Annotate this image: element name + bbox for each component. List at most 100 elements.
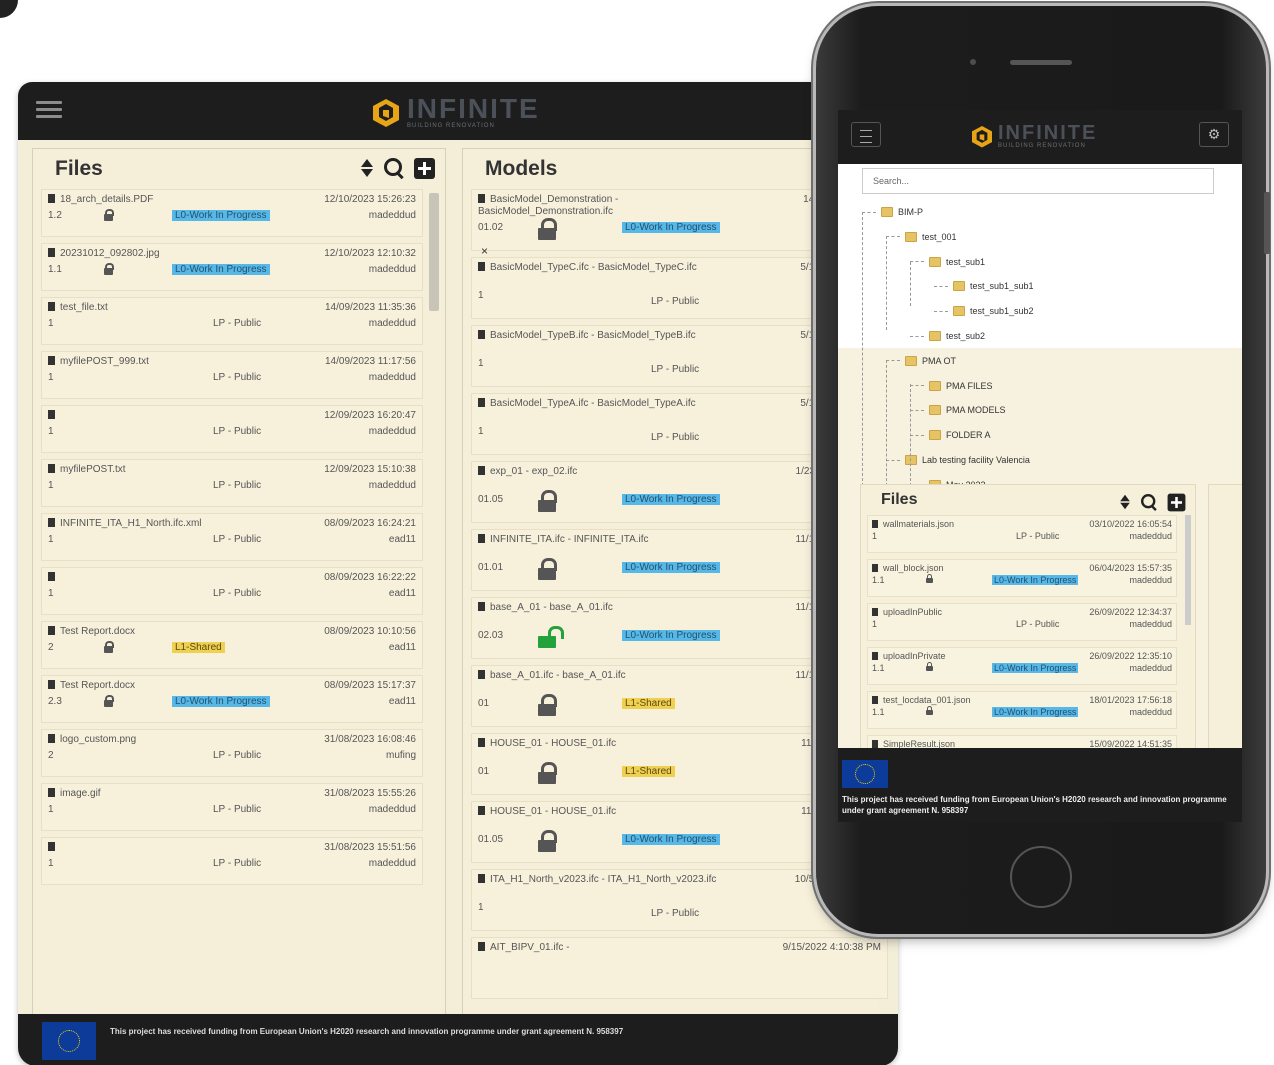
file-row[interactable]: 20231012_092802.jpg 12/10/2023 12:10:32 1.…: [41, 243, 423, 291]
tree-node-label: test_sub1_sub1: [970, 281, 1034, 292]
funding-text: This project has received funding from E…: [842, 795, 1227, 815]
file-date: 06/04/2023 15:57:35: [1089, 563, 1172, 573]
file-row[interactable]: 12/09/2023 16:20:47 1 LP - Public madeddud: [41, 405, 423, 453]
search-input[interactable]: Search...: [862, 168, 1214, 194]
tree-node[interactable]: test_sub2: [910, 328, 985, 344]
file-row[interactable]: uploadInPublic 26/09/2022 12:34:37 1 LP - P…: [867, 603, 1177, 641]
file-row[interactable]: wall_block.json 06/04/2023 15:57:35 1.1 L0-…: [867, 559, 1177, 597]
file-version: 2: [48, 750, 54, 761]
file-version: 2.3: [48, 696, 62, 707]
file-owner: ead11: [388, 534, 416, 545]
file-version: 1.2: [48, 210, 62, 221]
search-icon[interactable]: [1140, 493, 1158, 511]
tree-node[interactable]: test_sub1: [910, 254, 985, 270]
file-date: 08/09/2023 16:24:21: [324, 518, 416, 529]
file-date: 12/09/2023 15:10:38: [324, 464, 416, 475]
file-date: 9/15/2022 4:10:38 PM: [782, 942, 881, 953]
tree-node[interactable]: PMA MODELS: [910, 402, 1006, 418]
logo-wordmark: INFINITE: [407, 93, 540, 124]
search-icon[interactable]: [383, 157, 405, 179]
file-name: base_A_01 - base_A_01.ifc: [478, 602, 718, 614]
file-date: 08/09/2023 16:22:22: [324, 572, 416, 583]
file-version: 1: [478, 902, 484, 913]
tree-connector: [862, 211, 876, 213]
logo-tagline: BUILDING RENOVATION: [407, 123, 495, 129]
file-row[interactable]: test_file.txt 14/09/2023 11:35:36 1 LP - Pu…: [41, 297, 423, 345]
tree-node-label: test_sub1_sub2: [970, 306, 1034, 317]
file-row[interactable]: uploadInPrivate 26/09/2022 12:35:10 1.1 L0-…: [867, 647, 1177, 685]
tree-node[interactable]: test_001: [886, 229, 957, 245]
file-date: 31/08/2023 15:55:26: [324, 788, 416, 799]
add-file-icon[interactable]: [414, 157, 435, 179]
files-scrollbar[interactable]: [429, 193, 439, 311]
file-row[interactable]: Test Report.docx 08/09/2023 10:10:56 2 L1-S…: [41, 621, 423, 669]
file-row[interactable]: myfilePOST_999.txt 14/09/2023 11:17:56 1 LP…: [41, 351, 423, 399]
status-badge: L0-Work In Progress: [992, 575, 1079, 585]
file-version: 1: [48, 588, 54, 599]
tree-node[interactable]: PMA FILES: [910, 378, 993, 394]
file-version: 1.1: [872, 663, 885, 673]
file-version: 1: [48, 426, 54, 437]
lock-icon: [104, 641, 114, 653]
file-date: 12/09/2023 16:20:47: [324, 410, 416, 421]
tree-connector: [934, 310, 948, 312]
gear-icon[interactable]: ⚙: [1199, 122, 1229, 147]
tree-node[interactable]: FOLDER A: [910, 427, 991, 443]
tree-node-label: PMA OT: [922, 355, 957, 366]
home-button[interactable]: [1010, 846, 1072, 908]
desktop-mockup: INFINITE BUILDING RENOVATION Files 18_ar…: [18, 82, 898, 1065]
tree-connector: [910, 409, 924, 411]
file-date: 14/09/2023 11:35:36: [324, 302, 416, 313]
file-name: INFINITE_ITA_H1_North.ifc.xml: [48, 518, 278, 530]
file-row[interactable]: 31/08/2023 15:51:56 1 LP - Public madeddud: [41, 837, 423, 885]
file-version: 1: [48, 480, 54, 491]
tree-guide-line: [910, 384, 911, 486]
hamburger-menu-icon[interactable]: [851, 122, 881, 147]
file-date: 08/09/2023 15:17:37: [324, 680, 416, 691]
file-name: HOUSE_01 - HOUSE_01.ifc: [478, 738, 718, 750]
file-date: 26/09/2022 12:35:10: [1089, 651, 1172, 661]
status-badge: LP - Public: [213, 480, 262, 491]
sort-icon[interactable]: [360, 157, 374, 179]
file-date: 18/01/2023 17:56:18: [1089, 695, 1172, 705]
file-row[interactable]: wallmaterials.json 03/10/2022 16:05:54 1 LP…: [867, 515, 1177, 553]
lock-icon: [538, 830, 557, 852]
file-name: [48, 410, 278, 422]
file-row[interactable]: AIT_BIPV_01.ifc - 9/15/2022 4:10:38 PM: [471, 937, 888, 999]
file-version: 01.05: [478, 834, 504, 845]
status-badge: L1-Shared: [622, 698, 675, 709]
status-badge: LP - Public: [213, 318, 262, 329]
close-icon[interactable]: ×: [481, 244, 488, 258]
files-panel-tools: [360, 157, 435, 179]
file-name: myfilePOST_999.txt: [48, 356, 278, 368]
file-owner: madeddud: [368, 210, 416, 221]
file-version: 01: [478, 766, 490, 777]
tree-node-label: BIM-P: [898, 207, 924, 217]
file-version: 1: [478, 358, 484, 369]
tree-connector: [910, 434, 924, 436]
tree-connector: [910, 335, 924, 337]
file-row[interactable]: 18_arch_details.PDF 12/10/2023 15:26:23 1.…: [41, 189, 423, 237]
folder-icon: [905, 355, 917, 366]
mobile-header: INFINITE BUILDING RENOVATION ⚙: [838, 110, 1242, 164]
tree-node[interactable]: Lab testing facility Valencia: [886, 452, 1030, 468]
hamburger-menu-icon[interactable]: [36, 98, 62, 124]
funding-text: This project has received funding from E…: [110, 1027, 624, 1036]
tree-node[interactable]: PMA OT: [886, 353, 956, 369]
tree-node[interactable]: test_sub1_sub1: [934, 278, 1034, 294]
file-row[interactable]: 08/09/2023 16:22:22 1 LP - Public ead11: [41, 567, 423, 615]
add-file-icon[interactable]: [1167, 493, 1186, 511]
status-badge: L0-Work In Progress: [172, 264, 270, 275]
file-row[interactable]: Test Report.docx 08/09/2023 15:17:37 2.3 L0…: [41, 675, 423, 723]
file-date: 08/09/2023 10:10:56: [324, 626, 416, 637]
file-row[interactable]: myfilePOST.txt 12/09/2023 15:10:38 1 LP - P…: [41, 459, 423, 507]
file-row[interactable]: image.gif 31/08/2023 15:55:26 1 LP - Public…: [41, 783, 423, 831]
file-row[interactable]: logo_custom.png 31/08/2023 16:08:46 2 LP - …: [41, 729, 423, 777]
tree-node[interactable]: BIM-P: [862, 204, 923, 220]
tree-node[interactable]: test_sub1_sub2: [934, 303, 1034, 319]
file-row[interactable]: INFINITE_ITA_H1_North.ifc.xml 08/09/2023 …: [41, 513, 423, 561]
sort-icon[interactable]: [1119, 493, 1130, 511]
files-scrollbar[interactable]: [1185, 515, 1191, 625]
file-version: 01: [478, 698, 490, 709]
file-row[interactable]: test_locdata_001.json 18/01/2023 17:56:18…: [867, 691, 1177, 729]
